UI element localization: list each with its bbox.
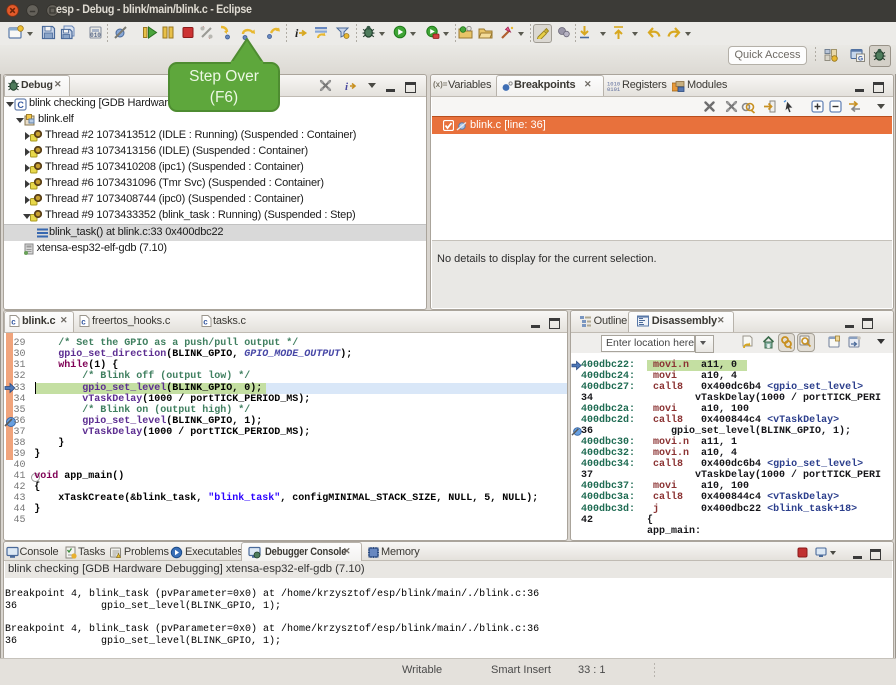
svg-text:i: i xyxy=(345,81,349,92)
svg-text:0101: 0101 xyxy=(607,86,620,92)
svg-text:C: C xyxy=(17,100,24,110)
svg-text:G: G xyxy=(858,55,863,62)
svg-text:010: 010 xyxy=(90,32,101,39)
svg-text:i: i xyxy=(295,26,299,40)
